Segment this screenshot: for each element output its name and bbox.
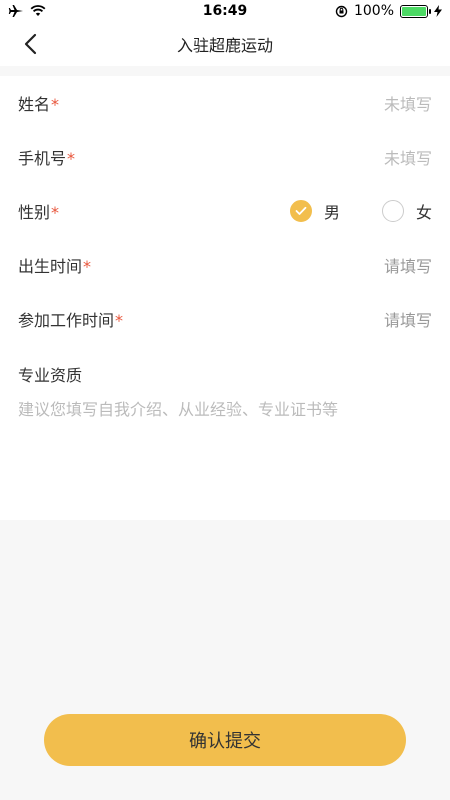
gender-option-label: 女 bbox=[415, 203, 432, 222]
required-mark: * bbox=[115, 311, 124, 330]
phone-row[interactable]: 手机号* 未填写 bbox=[0, 130, 450, 184]
status-left bbox=[8, 4, 46, 18]
orientation-lock-icon bbox=[335, 5, 348, 17]
work-start-picker[interactable]: 请填写 bbox=[384, 307, 432, 331]
gender-option-male[interactable]: 男 bbox=[289, 199, 340, 223]
required-mark: * bbox=[83, 257, 92, 276]
wifi-icon bbox=[30, 5, 46, 16]
name-label: 姓名* bbox=[18, 95, 60, 114]
airplane-icon bbox=[8, 5, 23, 17]
radio-unchecked-icon bbox=[381, 200, 404, 222]
required-mark: * bbox=[51, 95, 60, 114]
qualification-label: 专业资质 bbox=[18, 366, 83, 385]
chevron-left-icon bbox=[24, 33, 37, 55]
name-row[interactable]: 姓名* 未填写 bbox=[0, 76, 450, 130]
gender-radio-group: 男 女 bbox=[289, 199, 432, 223]
required-mark: * bbox=[51, 203, 60, 222]
phone-field[interactable]: 未填写 bbox=[384, 145, 432, 169]
registration-form: 姓名* 未填写 手机号* 未填写 性别* 男 女 出生时间* 请填写 参加工作时… bbox=[0, 76, 450, 520]
nav-bar: 入驻超鹿运动 bbox=[0, 22, 450, 66]
status-bar: 16:49 100% bbox=[0, 0, 450, 22]
status-right: 100% bbox=[335, 3, 442, 19]
submit-button[interactable]: 确认提交 bbox=[44, 714, 406, 766]
qualification-input[interactable] bbox=[18, 396, 432, 486]
gender-row: 性别* 男 女 bbox=[0, 184, 450, 238]
battery-percent: 100% bbox=[353, 3, 394, 19]
required-mark: * bbox=[67, 149, 76, 168]
battery-icon bbox=[400, 4, 431, 18]
work-start-label: 参加工作时间* bbox=[18, 311, 124, 330]
birth-row[interactable]: 出生时间* 请填写 bbox=[0, 238, 450, 292]
back-button[interactable] bbox=[14, 30, 46, 58]
birth-picker[interactable]: 请填写 bbox=[384, 253, 432, 277]
work-start-row[interactable]: 参加工作时间* 请填写 bbox=[0, 292, 450, 346]
page-title: 入驻超鹿运动 bbox=[176, 36, 273, 55]
radio-checked-icon bbox=[289, 200, 312, 222]
birth-label: 出生时间* bbox=[18, 257, 92, 276]
charging-icon bbox=[434, 5, 442, 17]
name-field[interactable]: 未填写 bbox=[384, 91, 432, 115]
gender-label: 性别* bbox=[18, 203, 60, 222]
gender-option-label: 男 bbox=[323, 203, 340, 222]
phone-label: 手机号* bbox=[18, 149, 76, 168]
gender-option-female[interactable]: 女 bbox=[381, 199, 432, 223]
